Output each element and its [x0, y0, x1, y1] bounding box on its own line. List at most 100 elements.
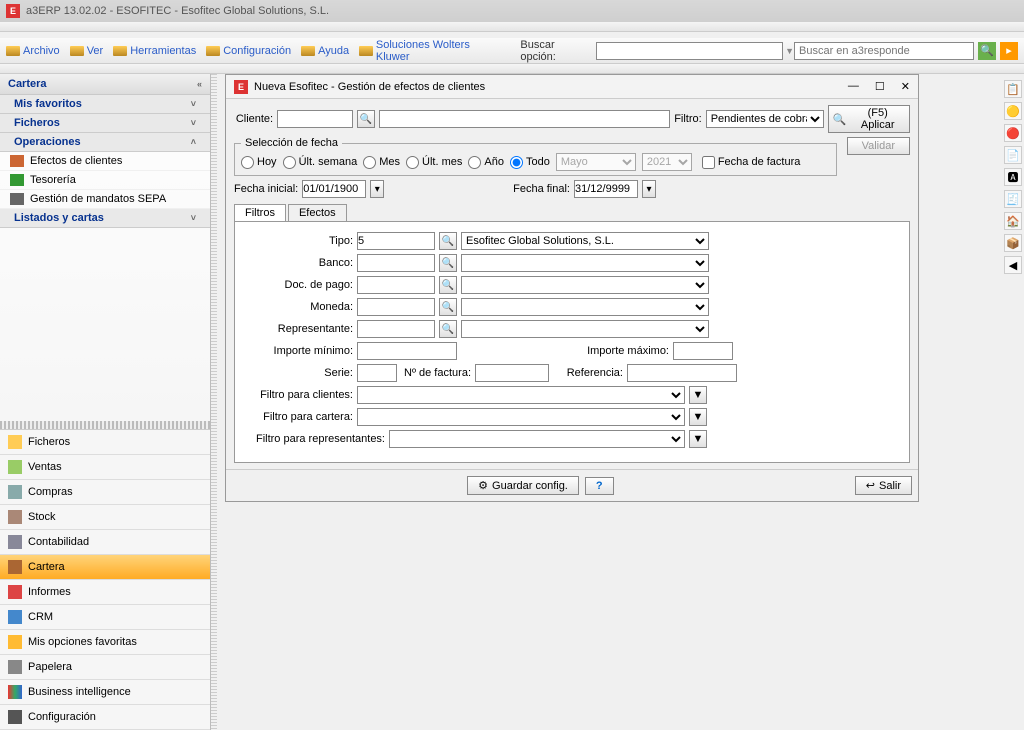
nfact-input[interactable]: [475, 364, 549, 382]
nav-cartera[interactable]: Cartera: [0, 555, 210, 580]
radio-hoy[interactable]: Hoy: [241, 156, 277, 169]
rt-icon-1[interactable]: 📋: [1004, 80, 1022, 98]
fecha-inicial-input[interactable]: [302, 180, 366, 198]
tabpanel-filtros: Tipo: 🔍 Esofitec Global Solutions, S.L. …: [234, 221, 910, 463]
cliente-name-input[interactable]: [379, 110, 670, 128]
nav-ficheros[interactable]: Ficheros: [0, 430, 210, 455]
a3responde-input[interactable]: [794, 42, 974, 60]
frepr-filter-button[interactable]: ▼: [689, 430, 707, 448]
impmax-input[interactable]: [673, 342, 733, 360]
tipo-select[interactable]: Esofitec Global Solutions, S.L.: [461, 232, 709, 250]
nav-informes[interactable]: Informes: [0, 580, 210, 605]
radio-todo[interactable]: Todo: [510, 156, 550, 169]
menu-herramientas[interactable]: Herramientas: [113, 45, 196, 57]
rt-icon-8[interactable]: 📦: [1004, 234, 1022, 252]
impmin-input[interactable]: [357, 342, 457, 360]
serie-input[interactable]: [357, 364, 397, 382]
banco-search[interactable]: 🔍: [439, 254, 457, 272]
collapse-icon[interactable]: «: [197, 79, 202, 89]
rss-button[interactable]: ▸: [1000, 42, 1018, 60]
guardar-config-button[interactable]: ⚙ Guardar config.: [467, 476, 579, 495]
tab-efectos[interactable]: Efectos: [288, 204, 347, 221]
aplicar-button[interactable]: 🔍 (F5) Aplicar: [828, 105, 910, 133]
dropdown-icon[interactable]: ▼: [785, 46, 794, 56]
dialog-gestion-efectos: E Nueva Esofitec - Gestión de efectos de…: [225, 74, 919, 502]
nav-compras[interactable]: Compras: [0, 480, 210, 505]
docpago-select[interactable]: [461, 276, 709, 294]
fi-dropdown[interactable]: ▾: [370, 180, 384, 198]
fecha-factura-check[interactable]: Fecha de factura: [702, 156, 801, 169]
menu-ayuda[interactable]: Ayuda: [301, 45, 349, 57]
radio-ult-semana[interactable]: Últ. semana: [283, 156, 358, 169]
banco-select[interactable]: [461, 254, 709, 272]
nav-favoritas[interactable]: Mis opciones favoritas: [0, 630, 210, 655]
moneda-select[interactable]: [461, 298, 709, 316]
sidebar-section-ficheros[interactable]: Ficheros˅: [0, 114, 210, 133]
moneda-label: Moneda:: [245, 301, 353, 313]
menu-ver[interactable]: Ver: [70, 45, 104, 57]
sidebar-item-tesoreria[interactable]: Tesorería: [0, 171, 210, 190]
nav-stock[interactable]: Stock: [0, 505, 210, 530]
radio-mes[interactable]: Mes: [363, 156, 400, 169]
fi-label: Fecha inicial:: [234, 183, 298, 195]
ff-label: Fecha final:: [513, 183, 570, 195]
nav-contabilidad[interactable]: Contabilidad: [0, 530, 210, 555]
rt-icon-3[interactable]: 🔴: [1004, 124, 1022, 142]
radio-ano[interactable]: Año: [468, 156, 504, 169]
fcartera-filter-button[interactable]: ▼: [689, 408, 707, 426]
rt-icon-7[interactable]: 🏠: [1004, 212, 1022, 230]
minimize-button[interactable]: —: [848, 80, 859, 93]
help-button[interactable]: ?: [585, 477, 614, 495]
rt-icon-9[interactable]: ◀: [1004, 256, 1022, 274]
moneda-input[interactable]: [357, 298, 435, 316]
fclientes-select[interactable]: [357, 386, 685, 404]
fcartera-select[interactable]: [357, 408, 685, 426]
tab-filtros[interactable]: Filtros: [234, 204, 286, 221]
nav-ventas[interactable]: Ventas: [0, 455, 210, 480]
close-button[interactable]: ✕: [901, 80, 910, 93]
ano-select: 2021: [642, 153, 692, 171]
docpago-search[interactable]: 🔍: [439, 276, 457, 294]
sidebar-section-operaciones[interactable]: Operaciones˄: [0, 133, 210, 152]
nav-papelera[interactable]: Papelera: [0, 655, 210, 680]
fecha-final-input[interactable]: [574, 180, 638, 198]
tipo-label: Tipo:: [245, 235, 353, 247]
repr-input[interactable]: [357, 320, 435, 338]
cliente-code-input[interactable]: [277, 110, 353, 128]
ff-dropdown[interactable]: ▾: [642, 180, 656, 198]
tipo-search[interactable]: 🔍: [439, 232, 457, 250]
tipo-input[interactable]: [357, 232, 435, 250]
rt-icon-4[interactable]: 📄: [1004, 146, 1022, 164]
nav-config[interactable]: Configuración: [0, 705, 210, 730]
repr-select[interactable]: [461, 320, 709, 338]
ref-input[interactable]: [627, 364, 737, 382]
rt-icon-2[interactable]: 🟡: [1004, 102, 1022, 120]
rt-icon-5[interactable]: 🅰: [1004, 168, 1022, 186]
sidebar-item-mandatos-sepa[interactable]: Gestión de mandatos SEPA: [0, 190, 210, 209]
menu-configuracion[interactable]: Configuración: [206, 45, 291, 57]
sidebar-item-efectos-clientes[interactable]: Efectos de clientes: [0, 152, 210, 171]
salir-button[interactable]: ↩ Salir: [855, 476, 912, 495]
buscar-opcion-input[interactable]: [596, 42, 783, 60]
menu-archivo[interactable]: Archivo: [6, 45, 60, 57]
splitter[interactable]: [0, 421, 210, 429]
filtro-select[interactable]: Pendientes de cobrar;Pen: [706, 110, 824, 128]
search-button[interactable]: 🔍: [978, 42, 996, 60]
nav-list: Ficheros Ventas Compras Stock Contabilid…: [0, 429, 210, 730]
cliente-search-button[interactable]: 🔍: [357, 110, 375, 128]
menu-soluciones[interactable]: Soluciones Wolters Kluwer: [359, 39, 504, 63]
frepr-select[interactable]: [389, 430, 685, 448]
nav-bi[interactable]: Business intelligence: [0, 680, 210, 705]
sidebar-section-favoritos[interactable]: Mis favoritos˅: [0, 95, 210, 114]
rt-icon-6[interactable]: 🧾: [1004, 190, 1022, 208]
sidebar-section-listados[interactable]: Listados y cartas˅: [0, 209, 210, 228]
docpago-input[interactable]: [357, 276, 435, 294]
banco-input[interactable]: [357, 254, 435, 272]
nav-crm[interactable]: CRM: [0, 605, 210, 630]
moneda-search[interactable]: 🔍: [439, 298, 457, 316]
radio-ult-mes[interactable]: Últ. mes: [406, 156, 462, 169]
repr-search[interactable]: 🔍: [439, 320, 457, 338]
content-area: E Nueva Esofitec - Gestión de efectos de…: [217, 74, 1024, 730]
fclientes-filter-button[interactable]: ▼: [689, 386, 707, 404]
maximize-button[interactable]: ☐: [875, 80, 885, 93]
